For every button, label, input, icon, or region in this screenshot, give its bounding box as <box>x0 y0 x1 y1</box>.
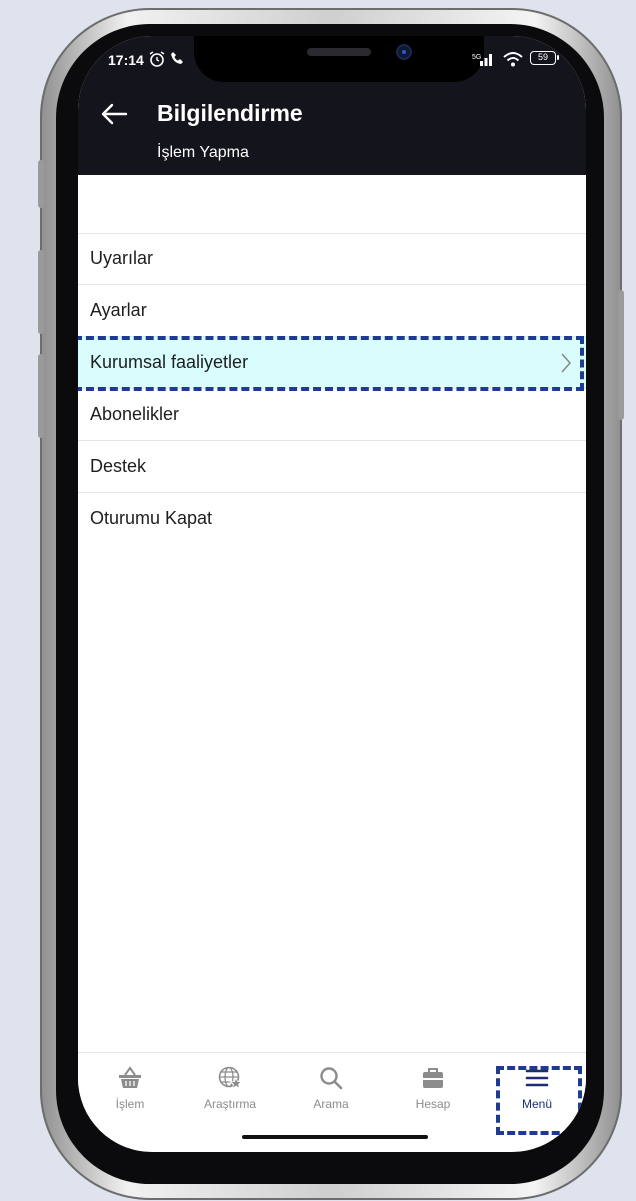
tab-arama[interactable]: Arama <box>281 1053 381 1123</box>
menu-item-label: Ayarlar <box>90 300 147 320</box>
front-camera <box>398 46 410 58</box>
mute-switch <box>38 160 44 208</box>
svg-text:5G: 5G <box>472 54 481 61</box>
wifi-icon <box>503 52 523 67</box>
menu-item-label: Kurumsal faaliyetler <box>90 352 249 372</box>
volume-up-button <box>38 250 44 334</box>
tab-hesap[interactable]: Hesap <box>383 1053 483 1123</box>
back-arrow-icon[interactable] <box>100 102 128 126</box>
tab-menu[interactable]: Menü <box>487 1053 586 1123</box>
power-button <box>618 290 624 420</box>
tab-arastirma[interactable]: Araştırma <box>180 1053 280 1123</box>
menu-item-ayarlar[interactable]: Ayarlar <box>78 285 586 337</box>
battery-indicator: 59 <box>530 51 559 65</box>
notch <box>194 36 484 82</box>
menu-item-uyarilar[interactable]: Uyarılar <box>78 233 586 285</box>
phone-screen: 17:14 5G 59 Bilgilendirme İşlem Yapma Uy… <box>78 36 586 1152</box>
hamburger-menu-icon <box>525 1069 549 1087</box>
menu-item-kurumsal-faaliyetler[interactable]: Kurumsal faaliyetler <box>78 337 586 389</box>
tab-label: İşlem <box>115 1097 145 1111</box>
tab-label: Arama <box>313 1097 349 1111</box>
menu-item-abonelikler[interactable]: Abonelikler <box>78 389 586 441</box>
page-title: Bilgilendirme <box>157 100 303 126</box>
menu-item-label: Abonelikler <box>90 404 180 424</box>
menu-item-oturumu-kapat[interactable]: Oturumu Kapat <box>78 493 586 545</box>
volume-down-button <box>38 354 44 438</box>
menu-item-destek[interactable]: Destek <box>78 441 586 493</box>
menu-item-label: Uyarılar <box>90 248 154 268</box>
page-subtitle: İşlem Yapma <box>157 144 249 161</box>
call-icon <box>171 52 183 64</box>
battery-level: 59 <box>537 52 548 62</box>
tab-label: Hesap <box>415 1097 451 1111</box>
menu-item-label: Oturumu Kapat <box>90 508 213 528</box>
app-header: 17:14 5G 59 Bilgilendirme İşlem Yapma <box>78 36 586 175</box>
empty-row <box>78 175 586 234</box>
briefcase-icon <box>423 1068 443 1088</box>
alarm-icon <box>149 51 165 67</box>
search-icon <box>320 1067 343 1090</box>
tab-islem[interactable]: İşlem <box>80 1053 180 1123</box>
globe-star-icon <box>218 1066 243 1090</box>
signal-icon: 5G <box>472 54 492 66</box>
chevron-right-icon <box>561 353 572 373</box>
settings-menu-list: Uyarılar Ayarlar Kurumsal faaliyetler Ab… <box>78 233 586 545</box>
home-indicator[interactable] <box>242 1135 428 1139</box>
earpiece-speaker <box>307 48 371 56</box>
status-time: 17:14 <box>108 52 144 68</box>
menu-item-label: Destek <box>90 456 147 476</box>
tab-label: Menü <box>521 1097 553 1111</box>
tab-label: Araştırma <box>203 1097 256 1111</box>
basket-icon <box>119 1066 141 1088</box>
bottom-tab-bar: İşlem Araştırma Arama Hesap Menü <box>78 1052 586 1123</box>
